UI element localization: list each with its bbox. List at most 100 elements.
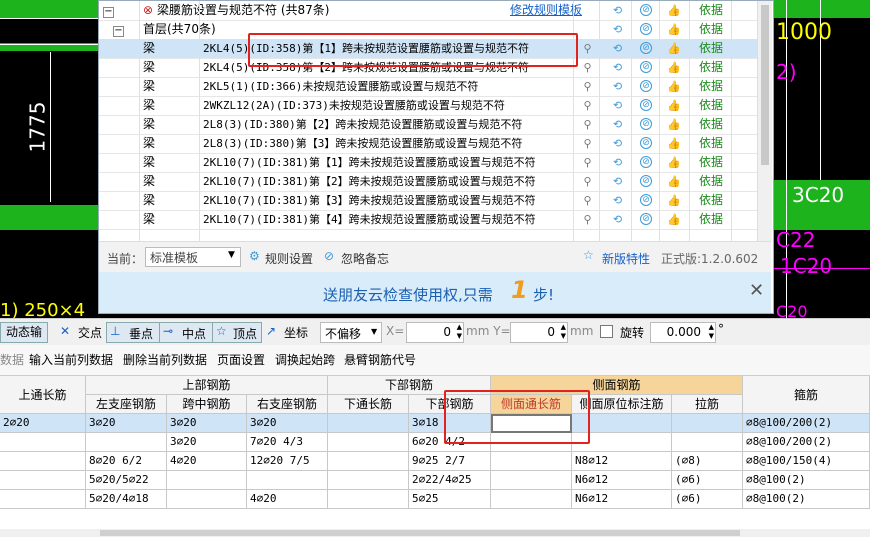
vertex-toggle[interactable]: ☆ 顶点 (212, 322, 262, 343)
grid-cell-mid[interactable]: 3⌀20 (167, 414, 247, 433)
ignore-icon[interactable]: ⊘ (640, 118, 652, 130)
rule-settings-button[interactable]: 规则设置 (265, 250, 313, 267)
collapse-icon[interactable]: − (103, 1, 115, 20)
basis-link[interactable]: 依据 (691, 20, 731, 39)
thumbs-up-icon[interactable]: 👍 (667, 23, 681, 36)
coordinate-button[interactable]: 坐标 (284, 324, 308, 341)
thumbs-up-icon[interactable]: 👍 (667, 61, 681, 74)
basis-link[interactable]: 依据 (691, 1, 731, 20)
locate-icon[interactable]: ⚲ (581, 61, 594, 74)
grid-cell-left[interactable]: 5⌀20/4⌀18 (86, 490, 167, 509)
refresh-icon[interactable]: ⟲ (611, 23, 624, 36)
grid-cell-right[interactable]: 12⌀20 7/5 (247, 452, 328, 471)
refresh-icon[interactable]: ⟲ (611, 156, 624, 169)
grid-cell-top-long[interactable] (0, 490, 86, 509)
locate-icon[interactable]: ⚲ (581, 175, 594, 188)
grid-cell-bottom-long[interactable] (328, 433, 409, 452)
grid-cell-tie[interactable] (672, 414, 743, 433)
grid-cell-stirrup[interactable]: ⌀8@100(2) (743, 471, 870, 490)
new-features-link[interactable]: 新版特性 (602, 250, 650, 267)
grid-cell-left[interactable]: 5⌀20/5⌀22 (86, 471, 167, 490)
refresh-icon[interactable]: ⟲ (611, 99, 624, 112)
rotate-checkbox[interactable] (600, 325, 613, 338)
grid-cell-right[interactable] (247, 471, 328, 490)
refresh-icon[interactable]: ⟲ (611, 137, 624, 150)
close-icon[interactable]: ✕ (749, 280, 764, 301)
grid-cell-top-long[interactable] (0, 471, 86, 490)
basis-link[interactable]: 依据 (691, 172, 731, 191)
grid-cell-side-origin[interactable]: N6⌀12 (572, 490, 672, 509)
locate-icon[interactable]: ⚲ (581, 99, 594, 112)
grid-cell-top-long[interactable] (0, 452, 86, 471)
grid-cell-mid[interactable]: 4⌀20 (167, 452, 247, 471)
grid-cell-bottom-long[interactable] (328, 471, 409, 490)
grid-cell-stirrup[interactable]: ⌀8@100(2) (743, 490, 870, 509)
basis-link[interactable]: 依据 (691, 39, 731, 58)
spinner-icon[interactable]: ▲ ▼ (457, 323, 462, 341)
refresh-icon[interactable]: ⟲ (611, 80, 624, 93)
spinner-icon[interactable]: ▲ ▼ (561, 323, 566, 341)
grid-cell-bottom[interactable]: 9⌀25 2/7 (409, 452, 491, 471)
dynamic-input-button[interactable]: 动态输入 (0, 322, 48, 358)
thumbs-up-icon[interactable]: 👍 (667, 137, 681, 150)
grid-cell-side-long[interactable] (491, 490, 572, 509)
basis-link[interactable]: 依据 (691, 210, 731, 229)
perpendicular-toggle[interactable]: ⊥ 垂点 (106, 322, 160, 343)
grid-cell-side-long[interactable] (491, 471, 572, 490)
x-input[interactable]: 0 ▲ ▼ (406, 322, 464, 343)
grid-cell-tie[interactable] (672, 433, 743, 452)
grid-cell-mid[interactable]: 3⌀20 (167, 433, 247, 452)
basis-link[interactable]: 依据 (691, 58, 731, 77)
locate-icon[interactable]: ⚲ (581, 213, 594, 226)
thumbs-up-icon[interactable]: 👍 (667, 175, 681, 188)
thumbs-up-icon[interactable]: 👍 (667, 80, 681, 93)
grid-cell-top-long[interactable]: 2⌀20 (0, 414, 86, 433)
grid-cell-top-long[interactable] (0, 433, 86, 452)
locate-icon[interactable]: ⚲ (581, 118, 594, 131)
grid-cell-side-origin[interactable]: N8⌀12 (572, 452, 672, 471)
scrollbar[interactable] (757, 1, 772, 241)
thumbs-up-icon[interactable]: 👍 (667, 99, 681, 112)
grid-cell-stirrup[interactable]: ⌀8@100/150(4) (743, 452, 870, 471)
grid-cell-right[interactable]: 4⌀20 (247, 490, 328, 509)
ignore-icon[interactable]: ⊘ (640, 80, 652, 92)
intersection-button[interactable]: 交点 (78, 324, 102, 341)
collapse-icon[interactable]: − (113, 20, 125, 39)
cantilever-code-button[interactable]: 悬臂钢筋代号 (344, 350, 416, 370)
grid-cell-bottom[interactable]: 5⌀25 (409, 490, 491, 509)
basis-link[interactable]: 依据 (691, 134, 731, 153)
grid-cell-side-origin[interactable]: N6⌀12 (572, 471, 672, 490)
grid-toolbar-item[interactable]: 数据 (0, 350, 24, 370)
ignore-icon[interactable]: ⊘ (640, 213, 652, 225)
swap-start-span-button[interactable]: 调换起始跨 (275, 350, 335, 370)
grid-cell-mid[interactable] (167, 471, 247, 490)
locate-icon[interactable]: ⚲ (581, 137, 594, 150)
scrollbar-thumb[interactable] (100, 530, 740, 536)
edit-rule-template-link[interactable]: 修改规则模板 (510, 1, 582, 20)
rotate-input[interactable]: 0.000 ▲ ▼ (650, 322, 716, 343)
delete-current-column-button[interactable]: 删除当前列数据 (123, 350, 207, 370)
ignore-icon[interactable]: ⊘ (640, 156, 652, 168)
basis-link[interactable]: 依据 (691, 77, 731, 96)
refresh-icon[interactable]: ⟲ (611, 61, 624, 74)
basis-link[interactable]: 依据 (691, 153, 731, 172)
refresh-icon[interactable]: ⟲ (611, 194, 624, 207)
ignore-icon[interactable]: ⊘ (640, 99, 652, 111)
ignore-icon[interactable]: ⊘ (640, 194, 652, 206)
grid-cell-left[interactable] (86, 433, 167, 452)
grid-cell-right[interactable]: 3⌀20 (247, 414, 328, 433)
y-input[interactable]: 0 ▲ ▼ (510, 322, 568, 343)
gear-icon[interactable]: ⚙ (249, 249, 260, 263)
grid-cell-bottom[interactable]: 2⌀22/4⌀25 (409, 471, 491, 490)
locate-icon[interactable]: ⚲ (581, 80, 594, 93)
grid-cell-bottom-long[interactable] (328, 452, 409, 471)
ignore-icon[interactable]: ⊘ (324, 249, 334, 263)
thumbs-up-icon[interactable]: 👍 (667, 42, 681, 55)
refresh-icon[interactable]: ⟲ (611, 42, 624, 55)
promo-banner[interactable]: 送朋友云检查使用权,只需 1 步! ✕ (99, 272, 771, 313)
grid-cell-tie[interactable]: (⌀8) (672, 452, 743, 471)
thumbs-up-icon[interactable]: 👍 (667, 194, 681, 207)
thumbs-up-icon[interactable]: 👍 (667, 156, 681, 169)
basis-link[interactable]: 依据 (691, 96, 731, 115)
refresh-icon[interactable]: ⟲ (611, 213, 624, 226)
